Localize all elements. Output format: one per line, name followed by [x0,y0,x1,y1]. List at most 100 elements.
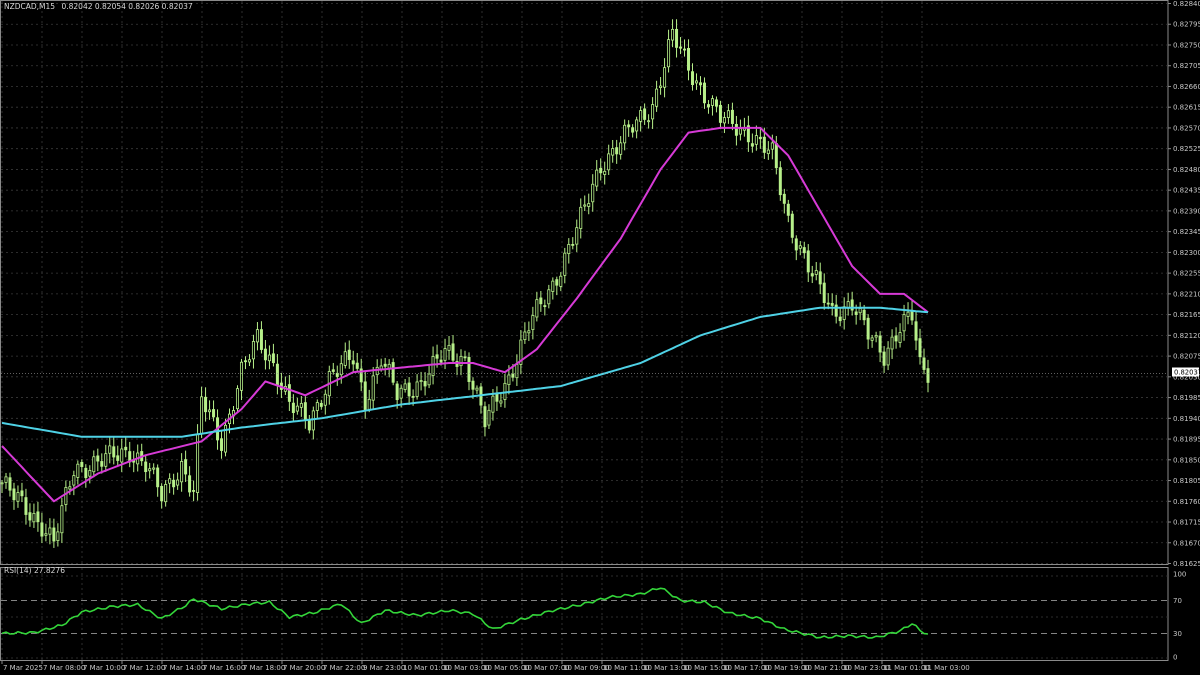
candle-body-bear [395,383,399,401]
candle-body-bull [890,336,894,350]
candle-body-bull [579,206,583,229]
candle-body-bear [718,104,722,123]
candle-body-bull [603,170,607,175]
price-axis-label: 0.81850 [1173,456,1200,464]
candle-body-bull [427,373,431,386]
candle-body-bull [295,405,299,412]
candle-body-bull [902,314,906,332]
candle-body-bull [527,330,531,334]
price-axis-label: 0.81625 [1173,560,1200,568]
time-axis-label: 7 Mar 10:00 [83,664,125,672]
candle-body-bear [287,384,291,402]
candle-body-bear [854,311,858,315]
price-axis-label: 0.82525 [1173,145,1200,153]
candle-body-bear [555,279,559,286]
price-axis-label: 0.82390 [1173,207,1200,215]
candle-body-bear [830,303,834,306]
candle-body-bear [698,82,702,86]
candle-body-bear [762,136,766,153]
price-axis-label: 0.81940 [1173,415,1200,423]
candle-body-bear [882,351,886,366]
candle-body-bear [643,108,647,120]
candle-body-bear [52,527,56,542]
candle-body-bull [567,244,571,255]
candle-body-bear [80,461,84,467]
candle-body-bear [204,396,208,413]
candle-body-bear [184,459,188,475]
candle-body-bear [411,395,415,398]
candle-body-bear [423,381,427,387]
candle-body-bear [691,71,695,86]
candle-body-bull [507,374,511,385]
price-axis-label: 0.82705 [1173,62,1200,70]
time-axis-label: 7 Mar 2025 [3,664,43,672]
candle-body-bear [834,304,838,317]
price-axis-label: 0.82075 [1173,353,1200,361]
time-axis-label: 7 Mar 22:00 [323,664,365,672]
candle-body-bull [367,398,371,410]
price-axis-label: 0.82840 [1173,0,1200,8]
candle-body-bear [706,104,710,108]
candle-body-bear [862,309,866,321]
time-axis-label: 7 Mar 12:00 [123,664,165,672]
chart-canvas[interactable]: 0.82840 0.82795 0.82750 0.82705 0.82660 0.826… [0,0,1200,675]
candle-body-bear [156,467,160,488]
candle-body-bear [539,297,543,305]
candle-body-bull [92,456,96,473]
price-tag-text: 0.82037 [1174,369,1200,377]
candle-body-bear [922,357,926,370]
candle-body-bear [679,46,683,49]
candle-body-bull [148,468,152,472]
candle-body-bull [72,475,76,486]
candle-body-bull [387,363,391,369]
candle-body-bull [76,463,80,478]
price-axis-label: 0.82345 [1173,228,1200,236]
candle-body-bear [28,512,32,521]
candle-body-bear [790,213,794,238]
candle-body-bear [124,446,128,451]
candle-body-bear [826,302,830,305]
price-axis-label: 0.81895 [1173,436,1200,444]
candle-body-bear [683,48,687,51]
candle-body-bull [575,227,579,245]
candle-body-bull [487,409,491,426]
candle-body-bear [192,490,196,492]
price-axis-label: 0.82570 [1173,124,1200,132]
candle-body-bear [112,446,116,458]
candle-body-bear [467,357,471,382]
candle-body-bear [866,317,870,340]
candle-body-bear [160,485,164,502]
candle-body-bull [88,470,92,477]
candle-body-bear [351,360,355,365]
chart-background [0,0,1200,675]
ohlc-values: 0.82042 0.82054 0.82026 0.82037 [61,2,192,11]
time-axis-label: 7 Mar 18:00 [243,664,285,672]
candle-body-bull [591,183,595,203]
candle-body-bear [822,282,826,303]
candle-body-bull [60,505,64,534]
candle-body-bear [627,124,631,128]
price-axis-label: 0.82795 [1173,21,1200,29]
candle-body-bull [311,410,315,431]
candle-body-bear [786,203,790,216]
trading-chart[interactable]: 0.82840 0.82795 0.82750 0.82705 0.82660 0.826… [0,0,1200,675]
candle-body-bear [307,420,311,431]
candle-body-bear [463,356,467,359]
time-axis-label: 7 Mar 14:00 [163,664,205,672]
candle-body-bull [559,275,563,287]
candle-body-bear [172,479,176,488]
candle-body-bull [651,104,655,120]
candle-body-bear [291,402,295,414]
candle-body-bear [894,335,898,342]
candle-body-bear [914,321,918,341]
time-axis-label: 7 Mar 08:00 [43,664,85,672]
price-axis-label: 0.82300 [1173,249,1200,257]
candle-body-bull [399,387,403,399]
time-axis-label: 7 Mar 16:00 [203,664,245,672]
candle-body-bull [491,395,495,413]
candle-body-bear [24,497,28,515]
candle-body-bear [36,511,40,523]
candle-body-bull [208,409,212,413]
candle-body-bull [722,117,726,124]
candle-body-bear [435,354,439,359]
